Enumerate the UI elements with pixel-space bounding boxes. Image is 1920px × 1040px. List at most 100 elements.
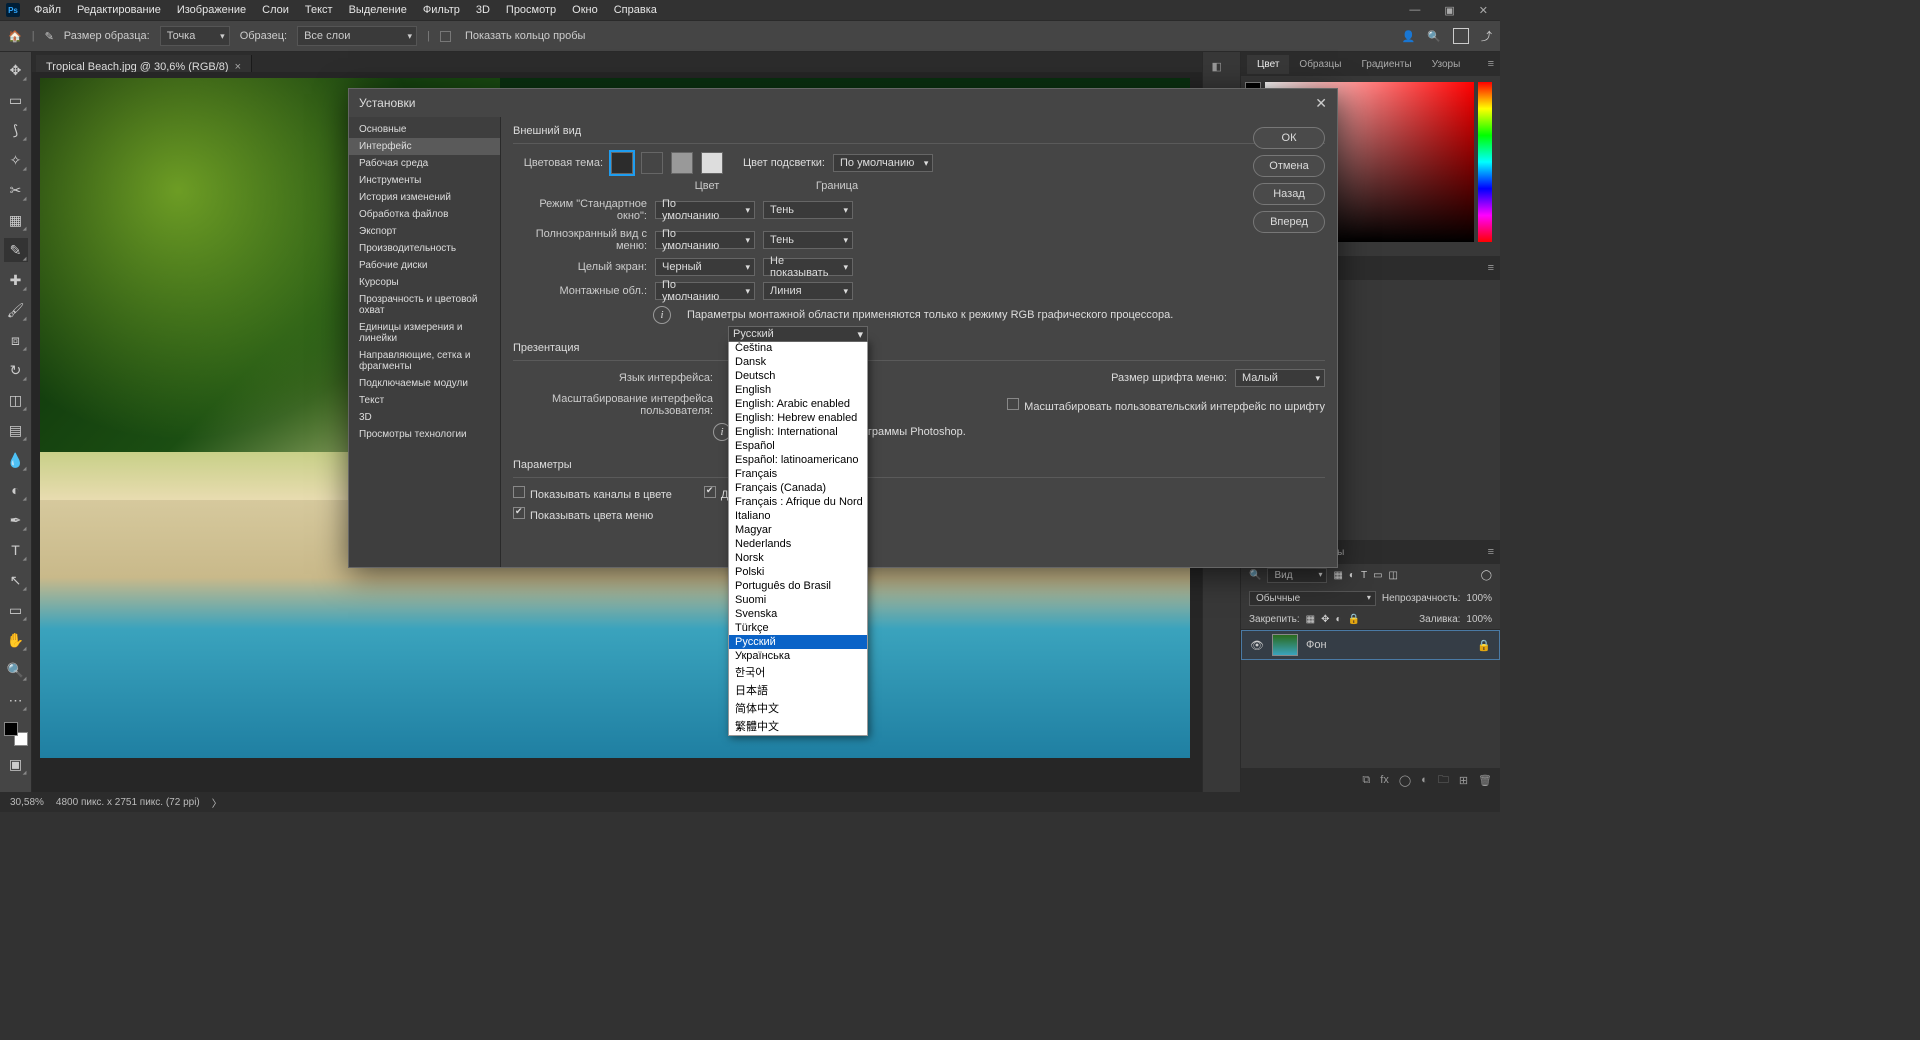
link-icon[interactable]: ⧉ — [1362, 774, 1370, 787]
lock-all-icon[interactable]: 🔒 — [1348, 614, 1360, 625]
group-icon[interactable]: 🗀 — [1438, 771, 1449, 790]
ui-language-dropdown[interactable]: Русский — [728, 326, 868, 342]
frame-tool[interactable]: ▦ — [4, 208, 28, 232]
language-option[interactable]: English: International — [729, 425, 867, 439]
crop-tool[interactable]: ✂ — [4, 178, 28, 202]
fg-color-swatch[interactable] — [4, 722, 18, 736]
layer-filter-dropdown[interactable]: Вид — [1267, 568, 1327, 583]
fs-color-dropdown[interactable]: Черный — [655, 258, 755, 276]
pref-category[interactable]: Рабочая среда — [349, 155, 500, 172]
adjust-icon[interactable]: ◐ — [1421, 774, 1428, 786]
eyedropper-tool-icon[interactable]: ✎ — [45, 30, 54, 43]
eraser-tool[interactable]: ◫ — [4, 388, 28, 412]
marquee-tool[interactable]: ▭ — [4, 88, 28, 112]
screen-mode[interactable]: ▣ — [4, 752, 28, 776]
language-option[interactable]: Français (Canada) — [729, 481, 867, 495]
menu-image[interactable]: Изображение — [169, 2, 254, 18]
cloud-docs-icon[interactable]: 👤 — [1402, 30, 1416, 43]
panel-toggle-icon[interactable]: ◧ — [1212, 60, 1232, 80]
search-icon[interactable]: 🔍 — [1249, 570, 1261, 581]
prev-button[interactable]: Назад — [1253, 183, 1325, 205]
theme-swatch-lightest[interactable] — [701, 152, 723, 174]
sample-source-dropdown[interactable]: Все слои — [297, 26, 417, 46]
language-option[interactable]: Türkçe — [729, 621, 867, 635]
highlight-color-dropdown[interactable]: По умолчанию — [833, 154, 933, 172]
fill-value[interactable]: 100% — [1466, 614, 1492, 625]
search-icon[interactable]: 🔍 — [1427, 30, 1441, 43]
trash-icon[interactable]: 🗑 — [1478, 774, 1492, 787]
menu-select[interactable]: Выделение — [341, 2, 415, 18]
font-size-dropdown[interactable]: Малый — [1235, 369, 1325, 387]
stamp-tool[interactable]: ⧈ — [4, 328, 28, 352]
menu-colors-checkbox[interactable] — [513, 507, 525, 519]
opacity-value[interactable]: 100% — [1466, 593, 1492, 604]
theme-swatch-darkest[interactable] — [611, 152, 633, 174]
workspace-switcher-icon[interactable] — [1453, 28, 1469, 44]
language-option[interactable]: Українська — [729, 649, 867, 663]
menu-view[interactable]: Просмотр — [498, 2, 564, 18]
fs-border-dropdown[interactable]: Не показывать — [763, 258, 853, 276]
type-tool[interactable]: T — [4, 538, 28, 562]
language-option[interactable]: Português do Brasil — [729, 579, 867, 593]
menu-file[interactable]: Файл — [26, 2, 69, 18]
pref-category[interactable]: Экспорт — [349, 223, 500, 240]
language-option[interactable]: 简体中文 — [729, 699, 867, 717]
language-option[interactable]: English — [729, 383, 867, 397]
filter-type-icon[interactable]: T — [1361, 570, 1367, 581]
pref-category[interactable]: Основные — [349, 121, 500, 138]
zoom-tool[interactable]: 🔍 — [4, 658, 28, 682]
language-option[interactable]: Norsk — [729, 551, 867, 565]
pref-category[interactable]: 3D — [349, 409, 500, 426]
language-option[interactable]: Español: latinoamericano — [729, 453, 867, 467]
sample-size-dropdown[interactable]: Точка — [160, 26, 230, 46]
language-option[interactable]: Dansk — [729, 355, 867, 369]
share-icon[interactable]: ⤴ — [1481, 28, 1492, 44]
history-brush-tool[interactable]: ↻ — [4, 358, 28, 382]
pref-category[interactable]: Интерфейс — [349, 138, 500, 155]
visibility-icon[interactable]: 👁 — [1250, 639, 1264, 652]
pref-category[interactable]: Рабочие диски — [349, 257, 500, 274]
chevron-right-icon[interactable]: 〉 — [212, 795, 222, 810]
cancel-button[interactable]: Отмена — [1253, 155, 1325, 177]
lock-pixels-icon[interactable]: ▦ — [1306, 614, 1315, 625]
filter-pixels-icon[interactable]: ▦ — [1333, 570, 1342, 581]
standard-border-dropdown[interactable]: Тень — [763, 201, 853, 219]
fg-bg-colors[interactable] — [4, 722, 28, 746]
theme-swatch-dark[interactable] — [641, 152, 663, 174]
layer-name[interactable]: Фон — [1306, 639, 1327, 651]
language-option[interactable]: English: Arabic enabled — [729, 397, 867, 411]
pref-category[interactable]: Единицы измерения и линейки — [349, 319, 500, 347]
pref-category[interactable]: Направляющие, сетка и фрагменты — [349, 347, 500, 375]
language-option[interactable]: Suomi — [729, 593, 867, 607]
scale-to-font-checkbox[interactable] — [1007, 398, 1019, 410]
dialog-close-icon[interactable]: ✕ — [1315, 95, 1327, 112]
menu-3d[interactable]: 3D — [468, 2, 498, 18]
dodge-tool[interactable]: ◐ — [4, 478, 28, 502]
language-option[interactable]: Français — [729, 467, 867, 481]
ok-button[interactable]: ОК — [1253, 127, 1325, 149]
lock-fill-icon[interactable]: ◐ — [1336, 614, 1342, 625]
language-option[interactable]: Français : Afrique du Nord — [729, 495, 867, 509]
pref-category[interactable]: Курсоры — [349, 274, 500, 291]
language-option[interactable]: English: Hebrew enabled — [729, 411, 867, 425]
panel-menu-icon[interactable]: ≡ — [1482, 546, 1500, 558]
pref-category[interactable]: История изменений — [349, 189, 500, 206]
language-option[interactable]: Deutsch — [729, 369, 867, 383]
language-option[interactable]: Polski — [729, 565, 867, 579]
pref-category[interactable]: Текст — [349, 392, 500, 409]
maximize-icon[interactable]: ▣ — [1438, 4, 1460, 17]
filter-adjust-icon[interactable]: ◐ — [1349, 570, 1355, 581]
path-tool[interactable]: ↖ — [4, 568, 28, 592]
language-option[interactable]: 한국어 — [729, 663, 867, 681]
language-option[interactable]: Svenska — [729, 607, 867, 621]
menu-edit[interactable]: Редактирование — [69, 2, 169, 18]
pref-category[interactable]: Прозрачность и цветовой охват — [349, 291, 500, 319]
language-option[interactable]: Italiano — [729, 509, 867, 523]
language-option[interactable]: Nederlands — [729, 537, 867, 551]
lasso-tool[interactable]: ⟆ — [4, 118, 28, 142]
language-option[interactable]: 日本語 — [729, 681, 867, 699]
standard-color-dropdown[interactable]: По умолчанию — [655, 201, 755, 219]
gradient-tool[interactable]: ▤ — [4, 418, 28, 442]
theme-swatch-light[interactable] — [671, 152, 693, 174]
tab-patterns[interactable]: Узоры — [1422, 55, 1471, 74]
